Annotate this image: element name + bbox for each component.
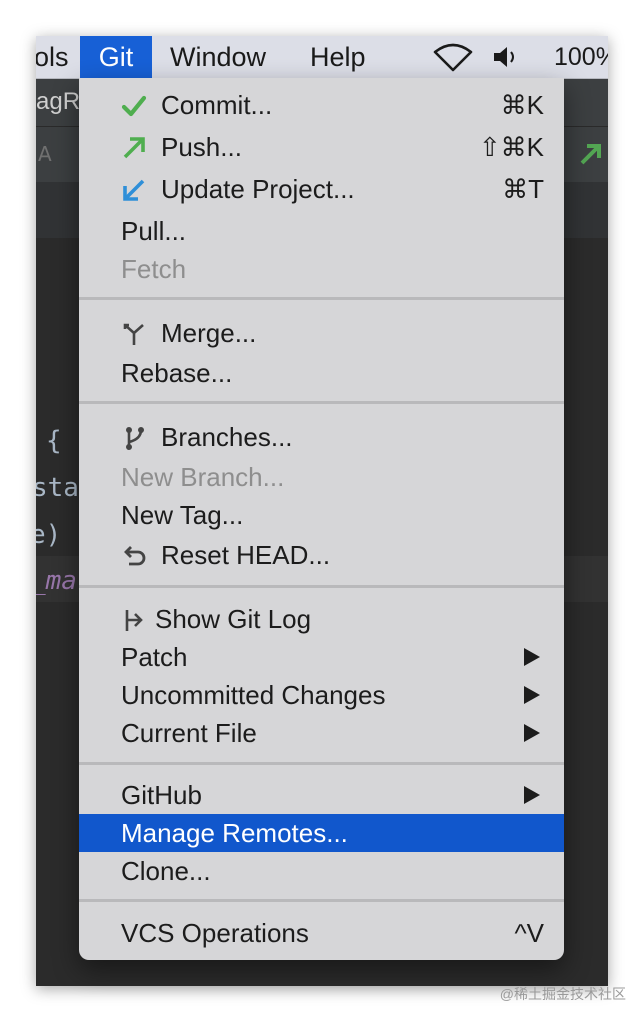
menu-item-label: Update Project... xyxy=(161,174,355,204)
merge-icon xyxy=(123,323,144,345)
menu-item-commit[interactable]: Commit... ⌘K xyxy=(79,86,564,124)
menu-item-reset-head[interactable]: Reset HEAD... xyxy=(79,536,564,574)
menubar-window[interactable]: Window xyxy=(170,36,266,78)
menu-item-label: Merge... xyxy=(161,318,257,348)
submenu-arrow-icon xyxy=(524,724,540,742)
branch-icon xyxy=(126,427,144,450)
menu-item-new-branch: New Branch... xyxy=(79,458,564,496)
shortcut: ^V xyxy=(514,918,544,948)
menu-item-show-git-log[interactable]: Show Git Log xyxy=(79,600,564,638)
code-line: _ma xyxy=(36,566,77,596)
menu-item-label: Show Git Log xyxy=(155,604,312,634)
git-menu: Commit... ⌘K Push... ⇧⌘K Update Project.… xyxy=(79,78,564,960)
menu-item-push[interactable]: Push... ⇧⌘K xyxy=(79,128,564,166)
menu-item-label: Pull... xyxy=(121,216,187,246)
menu-item-label: Branches... xyxy=(161,422,293,452)
push-arrow-icon[interactable] xyxy=(578,141,604,167)
watermark: @稀土掘金技术社区 xyxy=(499,986,626,1002)
menu-item-merge[interactable]: Merge... xyxy=(79,314,564,352)
menu-item-label: Rebase... xyxy=(121,358,233,388)
menu-item-manage-remotes[interactable]: Manage Remotes... xyxy=(79,814,564,852)
menu-item-patch[interactable]: Patch xyxy=(79,638,564,676)
menu-item-label: Clone... xyxy=(121,856,211,886)
menu-item-clone[interactable]: Clone... xyxy=(79,852,564,890)
menu-item-pull[interactable]: Pull... xyxy=(79,212,564,250)
menu-item-label: Fetch xyxy=(121,254,187,284)
code-line: e) xyxy=(36,520,62,550)
menu-item-label: Patch xyxy=(121,642,188,672)
code-line: { xyxy=(46,426,62,456)
menu-item-label: GitHub xyxy=(121,780,202,810)
wifi-icon[interactable] xyxy=(432,42,474,72)
menu-item-label: Manage Remotes... xyxy=(121,818,348,848)
menu-item-label: Reset HEAD... xyxy=(161,540,331,570)
menu-item-label: Push... xyxy=(161,132,242,162)
submenu-arrow-icon xyxy=(524,648,540,666)
translate-icon[interactable]: A xyxy=(38,139,64,169)
svg-text:A: A xyxy=(38,142,52,166)
shortcut: ⌘K xyxy=(500,90,544,120)
shortcut: ⇧⌘K xyxy=(478,132,544,162)
menu-item-label: VCS Operations xyxy=(121,918,309,948)
menu-item-branches[interactable]: Branches... xyxy=(79,418,564,456)
menubar-git[interactable]: Git xyxy=(80,36,152,78)
submenu-arrow-icon xyxy=(524,786,540,804)
volume-icon[interactable] xyxy=(492,44,522,70)
menubar-tools[interactable]: ols xyxy=(36,36,73,78)
update-arrow-icon xyxy=(123,179,145,201)
menu-item-label: New Tag... xyxy=(121,500,244,530)
submenu-arrow-icon xyxy=(524,686,540,704)
separator xyxy=(79,899,564,902)
menu-item-uncommitted-changes[interactable]: Uncommitted Changes xyxy=(79,676,564,714)
menu-item-label: Current File xyxy=(121,718,257,748)
menu-item-vcs-operations[interactable]: VCS Operations ^V xyxy=(79,914,564,952)
git-log-icon xyxy=(125,610,143,631)
undo-icon xyxy=(124,546,146,566)
menu-item-update-project[interactable]: Update Project... ⌘T xyxy=(79,170,564,208)
separator xyxy=(79,297,564,300)
menu-item-label: Commit... xyxy=(161,90,273,120)
menubar-help[interactable]: Help xyxy=(310,36,366,78)
separator xyxy=(79,401,564,404)
push-arrow-icon xyxy=(123,137,145,159)
shortcut: ⌘T xyxy=(502,174,544,204)
menu-item-label: New Branch... xyxy=(121,462,285,492)
menu-item-new-tag[interactable]: New Tag... xyxy=(79,496,564,534)
separator xyxy=(79,762,564,765)
menu-bar: ols Git Window Help 100% xyxy=(36,36,608,79)
menu-item-rebase[interactable]: Rebase... xyxy=(79,354,564,392)
battery-percentage[interactable]: 100% xyxy=(554,36,608,78)
menu-item-current-file[interactable]: Current File xyxy=(79,714,564,752)
menu-item-label: Uncommitted Changes xyxy=(121,680,386,710)
checkmark-icon xyxy=(121,95,147,117)
menu-item-github[interactable]: GitHub xyxy=(79,776,564,814)
separator xyxy=(79,585,564,588)
menu-item-fetch: Fetch xyxy=(79,250,564,288)
